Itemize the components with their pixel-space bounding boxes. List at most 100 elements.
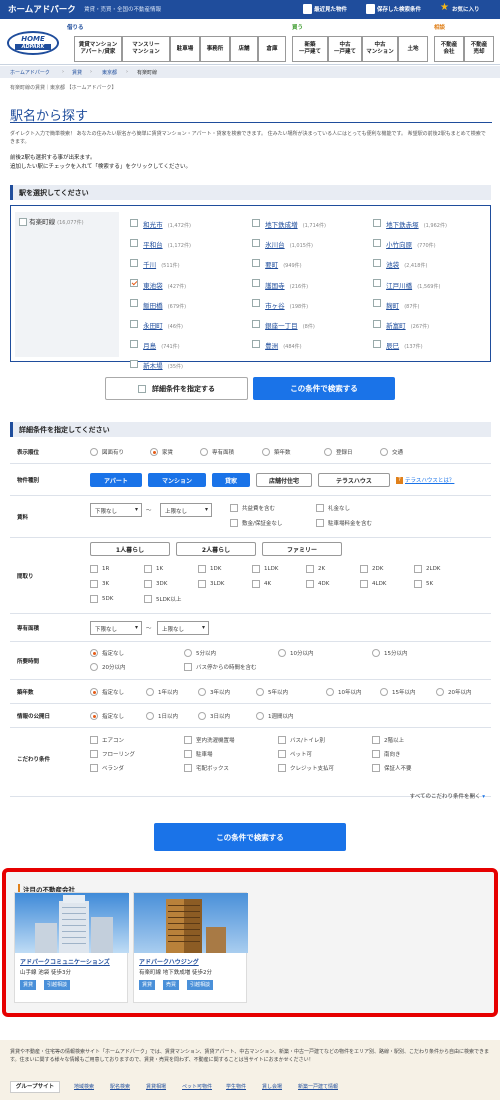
station-checkbox[interactable] — [252, 218, 260, 227]
checkbox[interactable] — [198, 580, 206, 588]
checkbox-option[interactable]: 2DK — [360, 565, 383, 573]
radio-button[interactable] — [262, 448, 270, 456]
nav-warehouse[interactable]: 倉庫 — [258, 36, 286, 62]
checkbox-option[interactable]: 3LDK — [198, 580, 224, 588]
radio-button[interactable] — [200, 448, 208, 456]
radio-button[interactable] — [184, 649, 192, 657]
station-checkbox[interactable] — [373, 258, 381, 267]
rent-min-select[interactable]: 下限なし — [90, 503, 142, 517]
station-name[interactable]: 永田町 — [143, 322, 163, 330]
checkbox-option[interactable]: 2K — [306, 565, 325, 573]
station-item[interactable]: 月島 (741件) — [130, 333, 180, 352]
station-checkbox[interactable] — [252, 238, 260, 247]
radio-option[interactable]: 家賃 — [150, 448, 173, 456]
checkbox-option[interactable]: 2階以上 — [372, 736, 404, 744]
checkbox[interactable] — [144, 580, 152, 588]
radio-option[interactable]: 図面有り — [90, 448, 124, 456]
nav-sell[interactable]: 不動産 売却 — [464, 36, 494, 62]
radio-option[interactable]: 5年以内 — [256, 688, 288, 696]
radio-option[interactable]: 築年数 — [262, 448, 291, 456]
terrace-help-link[interactable]: ? テラスハウスとは？ — [396, 476, 454, 484]
radio-option[interactable]: 指定なし — [90, 649, 124, 657]
site-name[interactable]: ホームアドパーク — [8, 3, 76, 15]
nav-used-house[interactable]: 中古 一戸建て — [328, 36, 362, 62]
station-item[interactable]: 平和台 (1,172件) — [130, 232, 191, 251]
station-checkbox[interactable] — [252, 258, 260, 267]
checkbox[interactable] — [90, 595, 98, 603]
station-item[interactable]: 辰巳 (137件) — [373, 333, 423, 352]
checkbox[interactable] — [414, 565, 422, 573]
checkbox[interactable] — [414, 580, 422, 588]
layout-preset-button[interactable]: ファミリー — [262, 542, 342, 556]
checkbox-option[interactable]: 3DK — [144, 580, 167, 588]
radio-button[interactable] — [90, 448, 98, 456]
footer-link[interactable]: 賃し会場 — [262, 1083, 282, 1090]
checkbox-option[interactable]: 共益費を含む — [230, 504, 275, 512]
radio-button[interactable] — [198, 688, 206, 696]
company-card[interactable]: アドパークハウジング 有楽町線 地下鉄成増 徒歩2分 賃貸 売買 引越相談 — [133, 892, 248, 1003]
station-item[interactable]: 和光市 (1,472件) — [130, 212, 191, 231]
station-name[interactable]: 麹町 — [386, 302, 399, 310]
radio-button[interactable] — [256, 712, 264, 720]
station-item[interactable]: 永田町 (46件) — [130, 313, 183, 332]
property-type-button[interactable]: マンション — [148, 473, 206, 487]
station-name[interactable]: 千川 — [143, 261, 156, 269]
station-checkbox[interactable] — [252, 319, 260, 328]
checkbox-option[interactable]: 駐車場料金を含む — [316, 519, 372, 527]
checkbox[interactable] — [278, 750, 286, 758]
footer-link[interactable]: 駅名検索 — [110, 1083, 130, 1090]
radio-option[interactable]: 15分以内 — [372, 649, 408, 657]
checkbox[interactable] — [278, 736, 286, 744]
radio-option[interactable]: 5分以内 — [184, 649, 216, 657]
nav-land[interactable]: 土地 — [398, 36, 428, 62]
checkbox[interactable] — [184, 750, 192, 758]
station-item[interactable]: 氷川台 (1,015件) — [252, 232, 313, 251]
nav-new-house[interactable]: 新築 一戸建て — [292, 36, 328, 62]
footer-link[interactable]: 地域検索 — [74, 1083, 94, 1090]
checkbox-option[interactable]: 駐車場 — [184, 750, 213, 758]
station-item[interactable]: 東池袋 (427件) — [130, 273, 186, 292]
checkbox-option[interactable]: バス停からの時間を含む — [184, 663, 257, 671]
checkbox-option[interactable]: 4DK — [306, 580, 329, 588]
footer-link[interactable]: ペット可物件 — [182, 1083, 212, 1090]
checkbox-option[interactable]: ペット可 — [278, 750, 312, 758]
station-checkbox[interactable] — [252, 299, 260, 308]
station-checkbox[interactable] — [252, 339, 260, 348]
station-item[interactable]: 千川 (511件) — [130, 252, 180, 271]
checkbox-option[interactable]: 5DK — [90, 595, 113, 603]
logo[interactable]: HOME ADPARK — [7, 31, 59, 55]
radio-button[interactable] — [256, 688, 264, 696]
checkbox[interactable] — [252, 565, 260, 573]
radio-option[interactable]: 登録日 — [324, 448, 353, 456]
breadcrumb-home[interactable]: ホームアドパーク — [10, 69, 50, 76]
radio-option[interactable]: 20年以内 — [436, 688, 472, 696]
property-type-button[interactable]: 店舗付住宅 — [256, 473, 312, 487]
station-checkbox[interactable] — [130, 279, 138, 288]
checkbox-option[interactable]: 宅配ボックス — [184, 764, 229, 772]
checkbox-option[interactable]: 礼金なし — [316, 504, 350, 512]
checkbox-option[interactable]: 5K — [414, 580, 433, 588]
station-checkbox[interactable] — [130, 238, 138, 247]
station-checkbox[interactable] — [373, 218, 381, 227]
checkbox-option[interactable]: 1LDK — [252, 565, 278, 573]
checkbox[interactable] — [360, 580, 368, 588]
favorites-link[interactable]: お気に入り — [452, 5, 480, 13]
station-item[interactable]: 小竹向原 (770件) — [373, 232, 436, 251]
station-name[interactable]: 氷川台 — [265, 241, 285, 249]
property-type-button[interactable]: アパート — [90, 473, 142, 487]
checkbox-option[interactable]: 1R — [90, 565, 109, 573]
station-item[interactable]: 池袋 (2,418件) — [373, 252, 427, 271]
radio-option[interactable]: 20分以内 — [90, 663, 126, 671]
company-card[interactable]: アドパークコミュニケーションズ 山手線 池袋 徒歩3分 賃貸 引越相談 — [14, 892, 129, 1003]
station-checkbox[interactable] — [373, 279, 381, 288]
station-name[interactable]: 江戸川橋 — [386, 282, 412, 290]
company-name[interactable]: アドパークコミュニケーションズ — [20, 957, 110, 966]
line-selector[interactable]: 有楽町線 (16,077件) — [19, 216, 84, 226]
line-checkbox[interactable] — [19, 218, 27, 226]
search-button[interactable]: この条件で検索する — [253, 377, 395, 400]
checkbox[interactable] — [360, 565, 368, 573]
station-checkbox[interactable] — [130, 258, 138, 267]
detail-conditions-button[interactable]: 詳細条件を指定する — [105, 377, 248, 400]
nav-rent-mansion[interactable]: 賃貸マンション アパート/貸家 — [74, 36, 122, 62]
checkbox[interactable] — [198, 565, 206, 573]
